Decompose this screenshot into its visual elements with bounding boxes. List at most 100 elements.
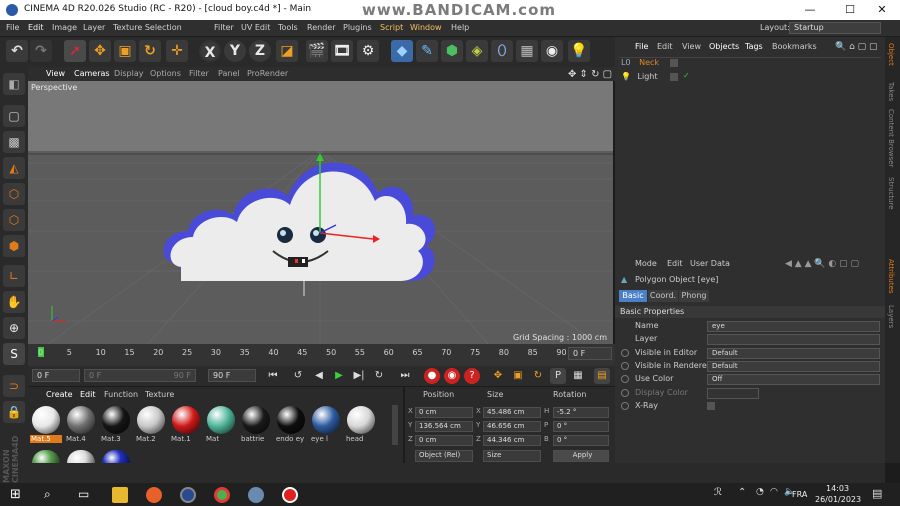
key-rotation-icon[interactable]: ↻ xyxy=(530,368,546,384)
material-eye-l[interactable]: eye l xyxy=(310,406,342,446)
chevron-up-icon[interactable]: ⌃ xyxy=(738,487,754,503)
viewport-menu-display[interactable]: Display xyxy=(114,69,144,78)
edges-mode-icon[interactable]: ⬡ xyxy=(3,209,25,231)
task-view-icon[interactable]: ▭ xyxy=(78,487,94,503)
points-mode-icon[interactable]: ⬡ xyxy=(3,183,25,205)
material-mat-3[interactable]: Mat.3 xyxy=(100,406,132,446)
layout-select[interactable]: Startup xyxy=(789,22,881,34)
texture-mode-icon[interactable]: ▩ xyxy=(3,131,25,153)
file-explorer-icon[interactable] xyxy=(112,487,128,503)
step-forward-icon[interactable]: ▶| xyxy=(351,368,367,384)
side-tab-content-browser[interactable]: Content Browser xyxy=(887,109,895,167)
rotation-field[interactable]: 0 ° xyxy=(553,435,609,446)
material-mat-1[interactable]: Mat.1 xyxy=(170,406,202,446)
menu-layer[interactable]: Layer xyxy=(83,23,105,32)
material-menu-texture[interactable]: Texture xyxy=(145,390,174,399)
object-menu-file[interactable]: File xyxy=(635,42,648,51)
viewport-menu-cameras[interactable]: Cameras xyxy=(74,69,110,78)
material-mat-5[interactable]: Mat.5 xyxy=(30,406,62,446)
tab-coord[interactable]: Coord. xyxy=(648,290,678,302)
menu-filter[interactable]: Filter xyxy=(214,23,234,32)
search-icon[interactable]: ⌕ xyxy=(44,487,60,503)
lock-icon[interactable]: 🔒 xyxy=(3,401,25,423)
material-menu-edit[interactable]: Edit xyxy=(80,390,96,399)
live-selection-icon[interactable]: ➚ xyxy=(64,40,86,62)
make-editable-icon[interactable]: ◧ xyxy=(3,73,25,95)
attr-field-layer[interactable] xyxy=(707,334,880,346)
xray-checkbox[interactable] xyxy=(707,401,715,410)
move-icon[interactable]: ✥ xyxy=(89,40,111,62)
menu-texture-selection[interactable]: Texture Selection xyxy=(113,23,182,32)
material-battrie[interactable]: battrie xyxy=(240,406,272,446)
key-scale-icon[interactable]: ▣ xyxy=(510,368,526,384)
animate-radio-icon[interactable] xyxy=(621,375,629,384)
object-menu-objects[interactable]: Objects xyxy=(709,42,739,51)
size-field[interactable]: 45.486 cm xyxy=(483,407,541,418)
record-icon[interactable]: ● xyxy=(424,368,440,384)
start-frame-field[interactable]: 0 F xyxy=(32,369,80,382)
material-mat-4[interactable]: Mat.4 xyxy=(65,406,97,446)
render-visibility-dot[interactable] xyxy=(670,73,678,81)
render-picture-viewer-icon[interactable]: 🎞 xyxy=(331,40,353,62)
app-icon[interactable] xyxy=(248,487,264,503)
autokey-icon[interactable]: ◉ xyxy=(444,368,460,384)
windows-start-icon[interactable]: ⊞ xyxy=(10,487,26,503)
magnet-icon[interactable]: ⊃ xyxy=(3,375,25,397)
menu-help[interactable]: Help xyxy=(451,23,469,32)
firefox-icon[interactable] xyxy=(146,487,162,503)
coordinate-system-icon[interactable]: ◪ xyxy=(276,40,298,62)
material-mat-2[interactable]: Mat.2 xyxy=(135,406,167,446)
snap-icon[interactable]: ⊕ xyxy=(3,317,25,339)
language-indicator[interactable]: FRA xyxy=(792,490,807,499)
clock-time[interactable]: 14:03 xyxy=(826,484,849,493)
timeline-ruler[interactable]: 0 5 10 15 20 25 30 35 40 45 50 55 60 65 70 75 80 85 90 0 F xyxy=(28,344,615,366)
close-button[interactable]: ✕ xyxy=(864,0,900,20)
animate-radio-icon[interactable] xyxy=(621,401,629,410)
tab-basic[interactable]: Basic xyxy=(619,290,647,302)
people-icon[interactable]: ℛ xyxy=(714,487,730,503)
viewport-nav-icons[interactable]: ✥ ⇕ ↻ ▢ xyxy=(568,69,612,80)
next-key-icon[interactable]: ↻ xyxy=(371,368,387,384)
attr-field-visible-in-renderer[interactable]: Default xyxy=(707,360,880,372)
rotation-field[interactable]: 0 ° xyxy=(553,421,609,432)
subdivision-icon[interactable]: ⬢ xyxy=(441,40,463,62)
viewport-menu-filter[interactable]: Filter xyxy=(189,69,209,78)
material-head[interactable]: head xyxy=(345,406,377,446)
render-settings-icon[interactable]: ⚙ xyxy=(357,40,379,62)
menu-image[interactable]: Image xyxy=(52,23,77,32)
play-icon[interactable]: ▶ xyxy=(331,368,347,384)
attr-field-use-color[interactable]: Off xyxy=(707,374,880,386)
scale-icon[interactable]: ▣ xyxy=(114,40,136,62)
key-pla-icon[interactable]: ▦ xyxy=(570,368,586,384)
pen-icon[interactable]: ✎ xyxy=(416,40,438,62)
key-param-icon[interactable]: P xyxy=(550,368,566,384)
go-to-end-icon[interactable]: ⏭ xyxy=(397,368,413,384)
viewport-perspective[interactable]: Perspective Grid Spacing : 1000 cm xyxy=(28,81,613,344)
coordinate-mode-select[interactable]: Object (Rel) xyxy=(415,450,473,462)
deformer-icon[interactable]: ⬯ xyxy=(491,40,513,62)
polygons-mode-icon[interactable]: ⬢ xyxy=(3,235,25,257)
menu-edit[interactable]: Edit xyxy=(28,23,44,32)
material-preview-ball[interactable] xyxy=(32,450,60,463)
previous-key-icon[interactable]: ↺ xyxy=(290,368,306,384)
material-menu-function[interactable]: Function xyxy=(104,390,138,399)
maximize-button[interactable]: ☐ xyxy=(832,0,868,20)
object-menu-tags[interactable]: Tags xyxy=(745,42,763,51)
attr-nav-icons[interactable]: ◀ ▲ ▲ 🔍 ◐ ▢ ▢ xyxy=(785,259,859,269)
menu-uv-edit[interactable]: UV Edit xyxy=(241,23,270,32)
x-axis-button[interactable]: X xyxy=(199,40,221,62)
bandicam-icon[interactable] xyxy=(282,487,298,503)
attr-menu-user-data[interactable]: User Data xyxy=(690,259,730,268)
viewport-menu-view[interactable]: View xyxy=(46,69,65,78)
light-icon[interactable]: 💡 xyxy=(568,40,590,62)
object-row-neck[interactable]: L0 Neck xyxy=(621,58,659,67)
object-row-light[interactable]: 💡 Light xyxy=(621,72,657,81)
axis-mode-icon[interactable]: ∟ xyxy=(3,265,25,287)
attr-field-visible-in-editor[interactable]: Default xyxy=(707,347,880,359)
menu-script[interactable]: Script xyxy=(380,23,403,32)
attr-field-name[interactable]: eye xyxy=(707,321,880,332)
position-field[interactable]: 136.564 cm xyxy=(415,421,473,432)
frame-range-slider[interactable]: 0 F 90 F xyxy=(84,369,196,382)
object-manager-toolbar-icons[interactable]: 🔍 ⌂ ▢ ▢ xyxy=(835,42,878,52)
attr-field-display-color[interactable] xyxy=(707,387,759,399)
